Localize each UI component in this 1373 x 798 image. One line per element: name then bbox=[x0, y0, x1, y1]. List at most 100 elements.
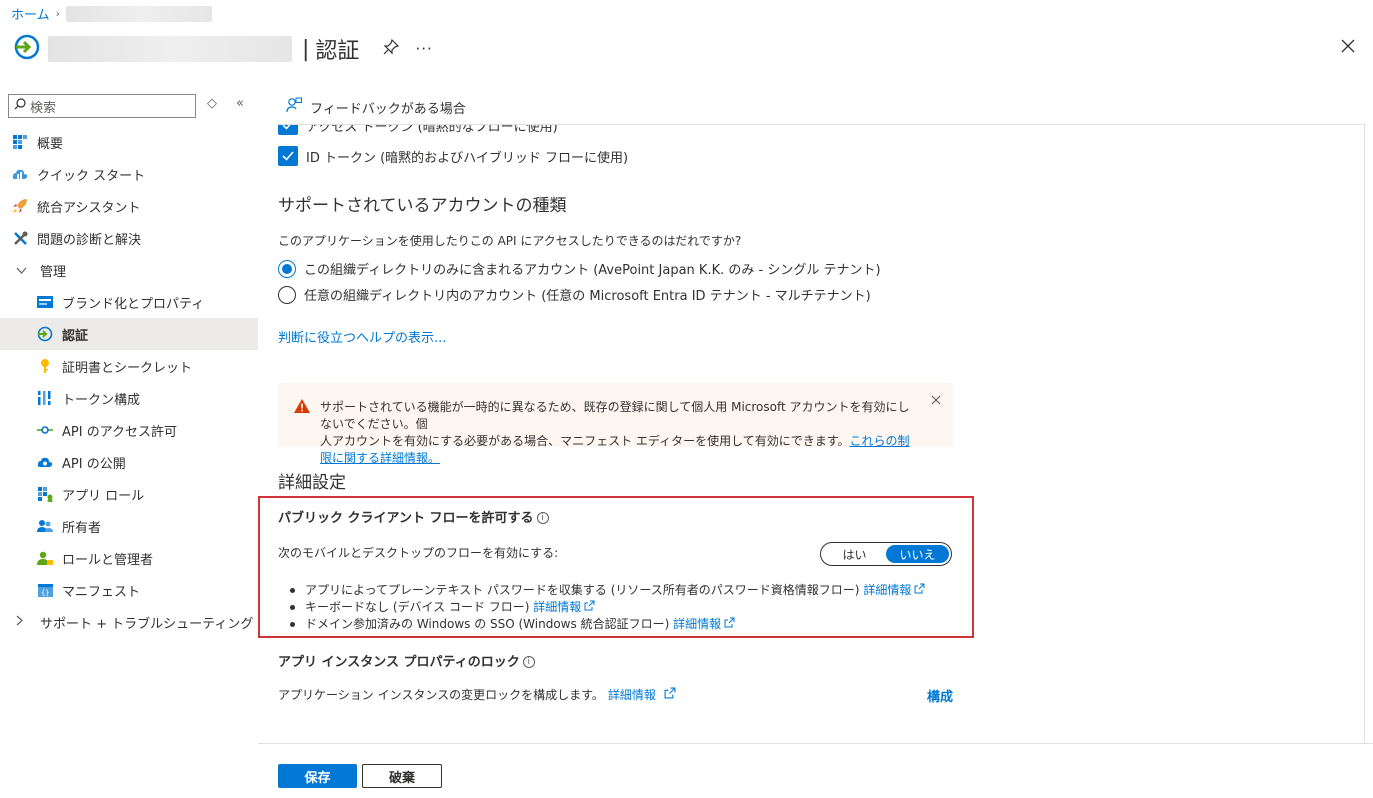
access-token-row-clip: アクセス トークン (暗黙的なフローに使用) bbox=[278, 125, 1358, 137]
key-icon bbox=[37, 358, 53, 374]
sidebar-item-app-roles[interactable]: アプリ ロール bbox=[0, 478, 258, 510]
page-title: 認証 bbox=[315, 39, 360, 64]
id-token-checkbox[interactable] bbox=[278, 146, 298, 166]
sidebar-group-support[interactable]: サポート + トラブルシューティング bbox=[0, 606, 258, 638]
info-icon[interactable]: i bbox=[536, 512, 549, 524]
feedback-person-icon bbox=[286, 97, 302, 117]
info-icon[interactable]: i bbox=[522, 656, 535, 668]
breadcrumb: ホーム › bbox=[11, 4, 213, 23]
sidebar-item-label: ロールと管理者 bbox=[62, 552, 154, 568]
bullet-text: キーボードなし (デバイス コード フロー) bbox=[305, 600, 530, 614]
warning-text-line2: 人アカウントを有効にする必要がある場合、マニフェスト エディターを使用して有効に… bbox=[320, 434, 850, 448]
warning-text-line1: サポートされている機能が一時的に異なるため、既存の登録に関して個人用 Micro… bbox=[320, 400, 910, 431]
sidebar-item-token-configuration[interactable]: トークン構成 bbox=[0, 382, 258, 414]
close-icon[interactable] bbox=[931, 391, 941, 408]
page-header: | 認証 ··· bbox=[14, 32, 433, 66]
bullet-dot bbox=[290, 622, 295, 627]
more-options-button[interactable]: ··· bbox=[415, 40, 432, 58]
sidebar-item-integration-assistant[interactable]: 統合アシスタント bbox=[0, 190, 258, 222]
chevron-right-icon: › bbox=[55, 7, 61, 20]
list-item: キーボードなし (デバイス コード フロー) 詳細情報 bbox=[290, 599, 925, 616]
sidebar-item-authentication[interactable]: 認証 bbox=[0, 318, 258, 350]
svg-text:{}: {} bbox=[41, 589, 49, 597]
cloud-api-icon bbox=[37, 454, 53, 470]
public-client-title: パブリック クライアント フローを許可する bbox=[278, 511, 534, 526]
access-token-checkbox-row[interactable]: アクセス トークン (暗黙的なフローに使用) bbox=[278, 125, 558, 135]
sidebar-item-label: クイック スタート bbox=[37, 168, 146, 184]
wrench-icon bbox=[12, 230, 28, 246]
sidebar-item-label: 認証 bbox=[62, 328, 89, 344]
enable-flows-label: 次のモバイルとデスクトップのフローを有効にする: bbox=[278, 546, 559, 560]
instance-lock-learn-more-link[interactable]: 詳細情報 bbox=[608, 686, 656, 703]
instance-lock-text: アプリケーション インスタンスの変更ロックを構成します。 bbox=[278, 688, 604, 702]
learn-more-link[interactable]: 詳細情報 bbox=[863, 582, 911, 599]
toggle-no-option[interactable]: いいえ bbox=[886, 545, 949, 563]
app-roles-icon bbox=[37, 486, 53, 502]
sidebar-item-certificates[interactable]: 証明書とシークレット bbox=[0, 350, 258, 382]
id-token-checkbox-row[interactable]: ID トークン (暗黙的およびハイブリッド フローに使用) bbox=[278, 146, 628, 166]
authentication-app-icon bbox=[14, 34, 40, 64]
sidebar-item-api-permissions[interactable]: API のアクセス許可 bbox=[0, 414, 258, 446]
radio-single-tenant[interactable] bbox=[278, 259, 296, 278]
sidebar-item-label: 問題の診断と解決 bbox=[37, 232, 142, 248]
feedback-button[interactable]: フィードバックがある場合 bbox=[286, 97, 466, 117]
sidebar-item-label: API のアクセス許可 bbox=[62, 424, 178, 440]
feedback-label: フィードバックがある場合 bbox=[310, 101, 466, 117]
api-permissions-icon bbox=[37, 422, 53, 438]
content-right-border bbox=[1364, 124, 1365, 744]
sidebar-item-manifest[interactable]: {} マニフェスト bbox=[0, 574, 258, 606]
sidebar-item-label: 概要 bbox=[37, 136, 64, 152]
advanced-settings-heading: 詳細設定 bbox=[278, 473, 346, 493]
toggle-yes-option[interactable]: はい bbox=[823, 545, 886, 563]
title-separator: | bbox=[302, 36, 310, 62]
search-icon bbox=[14, 98, 26, 114]
flows-bullet-list: アプリによってプレーンテキスト パスワードを収集する (リソース所有者のパスワー… bbox=[290, 582, 925, 633]
external-link-icon bbox=[724, 616, 735, 633]
manifest-icon: {} bbox=[37, 582, 53, 598]
cloud-icon bbox=[12, 166, 28, 182]
rocket-icon bbox=[12, 198, 28, 214]
help-decide-link[interactable]: 判断に役立つヘルプの表示... bbox=[278, 327, 446, 346]
radio-single-tenant-label: この組織ディレクトリのみに含まれるアカウント (AvePoint Japan K… bbox=[304, 263, 881, 278]
pin-icon[interactable] bbox=[383, 38, 400, 59]
sidebar-item-label: 証明書とシークレット bbox=[62, 360, 193, 376]
breadcrumb-app-redacted[interactable] bbox=[66, 5, 213, 22]
instance-lock-row: アプリケーション インスタンスの変更ロックを構成します。 詳細情報 bbox=[278, 686, 676, 703]
sidebar-item-branding[interactable]: ブランド化とプロパティ bbox=[0, 286, 258, 318]
sidebar-group-manage[interactable]: 管理 bbox=[0, 254, 258, 286]
access-token-checkbox[interactable] bbox=[278, 125, 298, 135]
bullet-dot bbox=[290, 605, 295, 610]
access-token-label: アクセス トークン (暗黙的なフローに使用) bbox=[306, 125, 558, 135]
instance-lock-title-wrap: アプリ インスタンス プロパティのロック i bbox=[278, 651, 535, 670]
learn-more-link[interactable]: 詳細情報 bbox=[673, 616, 721, 633]
radio-single-tenant-row[interactable]: この組織ディレクトリのみに含まれるアカウント (AvePoint Japan K… bbox=[278, 259, 881, 278]
collapse-sidebar-icon[interactable]: « bbox=[236, 96, 244, 111]
sidebar-item-owners[interactable]: 所有者 bbox=[0, 510, 258, 542]
expand-collapse-icon[interactable]: ◇ bbox=[207, 96, 217, 111]
sidebar-item-label: トークン構成 bbox=[62, 392, 141, 408]
account-types-heading: サポートされているアカウントの種類 bbox=[278, 196, 567, 216]
radio-multi-tenant[interactable] bbox=[278, 285, 296, 304]
configure-link[interactable]: 構成 bbox=[927, 686, 953, 705]
public-client-title-wrap: パブリック クライアント フローを許可する i bbox=[278, 507, 549, 526]
account-types-question: このアプリケーションを使用したりこの API にアクセスしたりできるのはだれです… bbox=[278, 234, 742, 248]
discard-button[interactable]: 破棄 bbox=[362, 764, 442, 788]
owners-icon bbox=[37, 518, 53, 534]
sidebar-item-roles-admins[interactable]: ロールと管理者 bbox=[0, 542, 258, 574]
learn-more-link[interactable]: 詳細情報 bbox=[533, 599, 581, 616]
id-token-label: ID トークン (暗黙的およびハイブリッド フローに使用) bbox=[306, 150, 629, 166]
token-bars-icon bbox=[37, 390, 53, 406]
sidebar-item-diagnose[interactable]: 問題の診断と解決 bbox=[0, 222, 258, 254]
save-button[interactable]: 保存 bbox=[278, 764, 357, 788]
close-icon[interactable] bbox=[1341, 36, 1355, 56]
roles-admins-icon bbox=[37, 550, 53, 566]
sidebar-item-quickstart[interactable]: クイック スタート bbox=[0, 158, 258, 190]
public-client-toggle[interactable]: はい いいえ bbox=[820, 542, 952, 566]
sidebar-search-input[interactable]: 検索 bbox=[8, 94, 196, 118]
radio-multi-tenant-row[interactable]: 任意の組織ディレクトリ内のアカウント (任意の Microsoft Entra … bbox=[278, 285, 871, 304]
sidebar-item-expose-api[interactable]: API の公開 bbox=[0, 446, 258, 478]
breadcrumb-home-link[interactable]: ホーム bbox=[11, 4, 50, 23]
footer-divider bbox=[258, 743, 1373, 744]
sidebar-item-overview[interactable]: 概要 bbox=[0, 126, 258, 158]
list-item: アプリによってプレーンテキスト パスワードを収集する (リソース所有者のパスワー… bbox=[290, 582, 925, 599]
